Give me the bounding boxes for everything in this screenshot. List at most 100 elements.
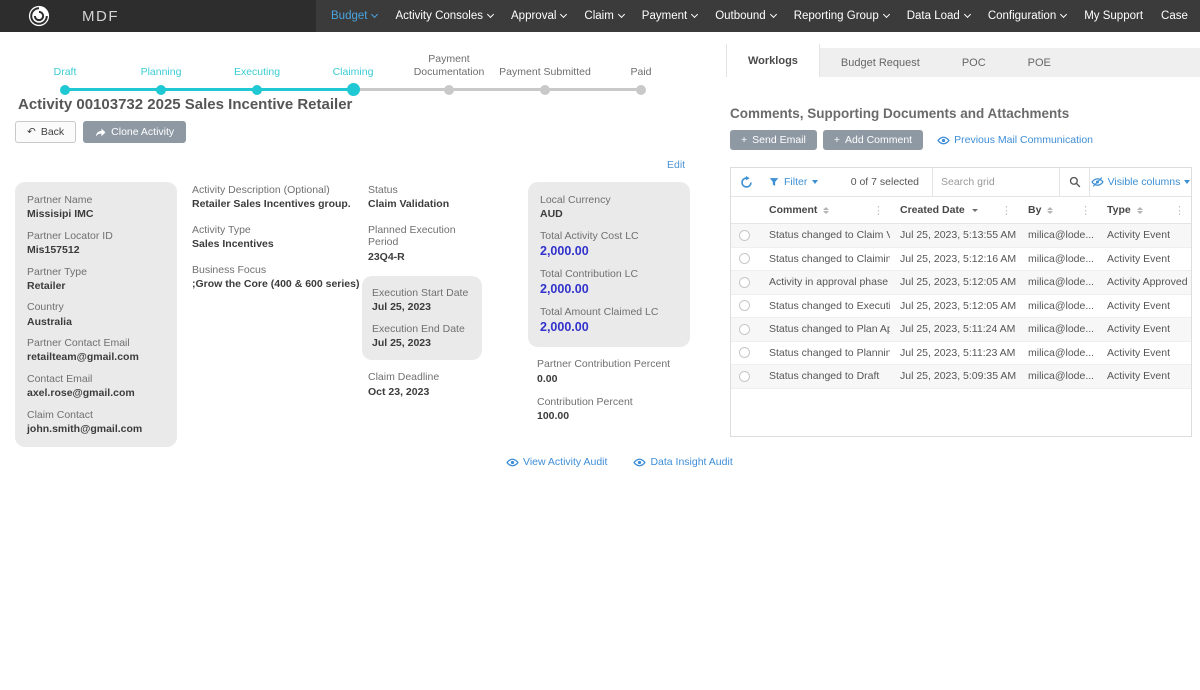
step-payment-documentation: Payment Documentation xyxy=(401,48,497,96)
visible-columns-dropdown[interactable]: Visible columns xyxy=(1089,168,1191,196)
edit-link[interactable]: Edit xyxy=(667,159,685,171)
right-panel-tabs: Worklogs Budget Request POC POE xyxy=(726,48,1200,77)
header-type[interactable]: Type ⋮ xyxy=(1097,197,1191,223)
audit-links: View Activity Audit Data Insight Audit xyxy=(506,456,733,468)
nav-item-payment[interactable]: Payment xyxy=(633,0,706,32)
tab-poc[interactable]: POC xyxy=(941,48,1007,77)
row-radio[interactable] xyxy=(739,324,750,335)
sort-desc-icon[interactable] xyxy=(972,209,978,212)
tab-poe[interactable]: POE xyxy=(1007,48,1072,77)
view-activity-audit-link[interactable]: View Activity Audit xyxy=(506,456,607,468)
sort-icon[interactable] xyxy=(1137,207,1143,214)
table-row[interactable]: Status changed to Planning Jul 25, 2023,… xyxy=(731,342,1191,366)
data-insight-audit-link[interactable]: Data Insight Audit xyxy=(633,456,732,468)
comments-actions: + Send Email + Add Comment Previous Mail… xyxy=(730,130,1093,150)
brand-block: MDF xyxy=(0,0,316,32)
logo-icon[interactable] xyxy=(28,5,50,27)
column-menu-icon[interactable]: ⋮ xyxy=(1001,204,1018,217)
eye-slash-icon xyxy=(1091,177,1104,187)
header-comment[interactable]: Comment ⋮ xyxy=(757,197,890,223)
nav-item-claim[interactable]: Claim xyxy=(575,0,632,32)
table-row[interactable]: Status changed to Claim Val... Jul 25, 2… xyxy=(731,224,1191,248)
activity-status-stepper: Draft Planning Executing Claiming Paymen… xyxy=(17,48,689,96)
chevron-down-icon xyxy=(487,11,494,18)
sort-icon[interactable] xyxy=(823,207,829,214)
nav-item-budget[interactable]: Budget xyxy=(322,0,386,32)
nav-item-activity-consoles[interactable]: Activity Consoles xyxy=(386,0,502,32)
sort-icon[interactable] xyxy=(1047,207,1053,214)
plus-icon: + xyxy=(741,134,747,146)
header-created-date[interactable]: Created Date ⋮ xyxy=(890,197,1018,223)
field-claim-contact: Claim Contactjohn.smith@gmail.com xyxy=(27,409,165,436)
step-dot xyxy=(540,85,550,95)
field-contribution-percent: Contribution Percent100.00 xyxy=(537,396,690,423)
partner-details-card: Partner NameMissisipi IMC Partner Locato… xyxy=(15,182,177,447)
refresh-icon[interactable] xyxy=(731,168,761,196)
field-contact-email: Contact Emailaxel.rose@gmail.com xyxy=(27,373,165,400)
tab-budget-request[interactable]: Budget Request xyxy=(820,48,941,77)
step-dot xyxy=(636,85,646,95)
back-button[interactable]: ↶ Back xyxy=(15,121,76,143)
field-partner-locator-id: Partner Locator IDMis157512 xyxy=(27,230,165,257)
row-radio[interactable] xyxy=(739,347,750,358)
nav-item-outbound[interactable]: Outbound xyxy=(706,0,785,32)
table-row[interactable]: Status changed to Executing Jul 25, 2023… xyxy=(731,295,1191,319)
search-icon[interactable] xyxy=(1059,168,1089,196)
financials-card: Local CurrencyAUD Total Activity Cost LC… xyxy=(528,182,690,347)
top-nav: MDF Budget Activity Consoles Approval Cl… xyxy=(0,0,1200,32)
table-row[interactable]: Status changed to Claiming Jul 25, 2023,… xyxy=(731,248,1191,272)
grid-search xyxy=(932,168,1059,196)
field-status: StatusClaim Validation xyxy=(362,184,482,211)
comments-section-title: Comments, Supporting Documents and Attac… xyxy=(730,106,1069,121)
chevron-down-icon xyxy=(691,11,698,18)
clone-activity-button[interactable]: Clone Activity xyxy=(83,121,186,143)
column-menu-icon[interactable]: ⋮ xyxy=(873,204,890,217)
chevron-down-icon xyxy=(770,11,777,18)
chevron-down-icon xyxy=(964,11,971,18)
table-row[interactable]: Status changed to Draft Jul 25, 2023, 5:… xyxy=(731,365,1191,389)
step-claiming: Claiming xyxy=(305,48,401,96)
tab-worklogs[interactable]: Worklogs xyxy=(726,44,820,77)
chevron-down-icon xyxy=(812,180,818,184)
nav-item-reporting-group[interactable]: Reporting Group xyxy=(785,0,898,32)
step-executing: Executing xyxy=(209,48,305,96)
nav-menu: Budget Activity Consoles Approval Claim … xyxy=(322,0,1200,32)
field-execution-end-date: Execution End DateJul 25, 2023 xyxy=(372,323,472,350)
activity-details-column: Activity Description (Optional)Retailer … xyxy=(192,184,367,290)
chevron-down-icon xyxy=(1060,11,1067,18)
field-activity-description: Activity Description (Optional)Retailer … xyxy=(192,184,367,211)
field-country: CountryAustralia xyxy=(27,301,165,328)
chevron-down-icon xyxy=(1184,180,1190,184)
column-menu-icon[interactable]: ⋮ xyxy=(1080,204,1097,217)
add-comment-button[interactable]: + Add Comment xyxy=(823,130,923,150)
column-menu-icon[interactable]: ⋮ xyxy=(1174,204,1191,217)
nav-item-data-load[interactable]: Data Load xyxy=(898,0,979,32)
field-local-currency: Local CurrencyAUD xyxy=(540,194,678,221)
grid-header: Comment ⋮ Created Date ⋮ By ⋮ Type ⋮ xyxy=(731,197,1191,224)
nav-item-configuration[interactable]: Configuration xyxy=(979,0,1075,32)
eye-icon xyxy=(937,136,950,145)
selection-count: 0 of 7 selected xyxy=(826,168,932,196)
row-radio[interactable] xyxy=(739,371,750,382)
search-grid-input[interactable] xyxy=(933,176,1059,188)
header-by[interactable]: By ⋮ xyxy=(1018,197,1097,223)
funnel-icon xyxy=(769,177,779,187)
filter-dropdown[interactable]: Filter xyxy=(761,168,826,196)
table-row[interactable]: Status changed to Plan App... Jul 25, 20… xyxy=(731,318,1191,342)
nav-item-my-support[interactable]: My Support xyxy=(1075,0,1152,32)
nav-item-case[interactable]: Case xyxy=(1152,0,1197,32)
row-radio[interactable] xyxy=(739,300,750,311)
previous-mail-communication-link[interactable]: Previous Mail Communication xyxy=(937,134,1093,146)
field-execution-start-date: Execution Start DateJul 25, 2023 xyxy=(372,287,472,314)
nav-item-approval[interactable]: Approval xyxy=(502,0,575,32)
send-email-button[interactable]: + Send Email xyxy=(730,130,817,150)
row-radio[interactable] xyxy=(739,277,750,288)
row-radio[interactable] xyxy=(739,253,750,264)
chevron-down-icon xyxy=(883,11,890,18)
table-row[interactable]: Activity in approval phase P... Jul 25, … xyxy=(731,271,1191,295)
field-partner-contribution-percent: Partner Contribution Percent0.00 xyxy=(537,358,690,385)
row-radio[interactable] xyxy=(739,230,750,241)
grid-toolbar: Filter 0 of 7 selected Visible columns xyxy=(731,168,1191,197)
field-total-amount-claimed: Total Amount Claimed LC2,000.00 xyxy=(540,306,678,335)
step-dot xyxy=(60,85,70,95)
